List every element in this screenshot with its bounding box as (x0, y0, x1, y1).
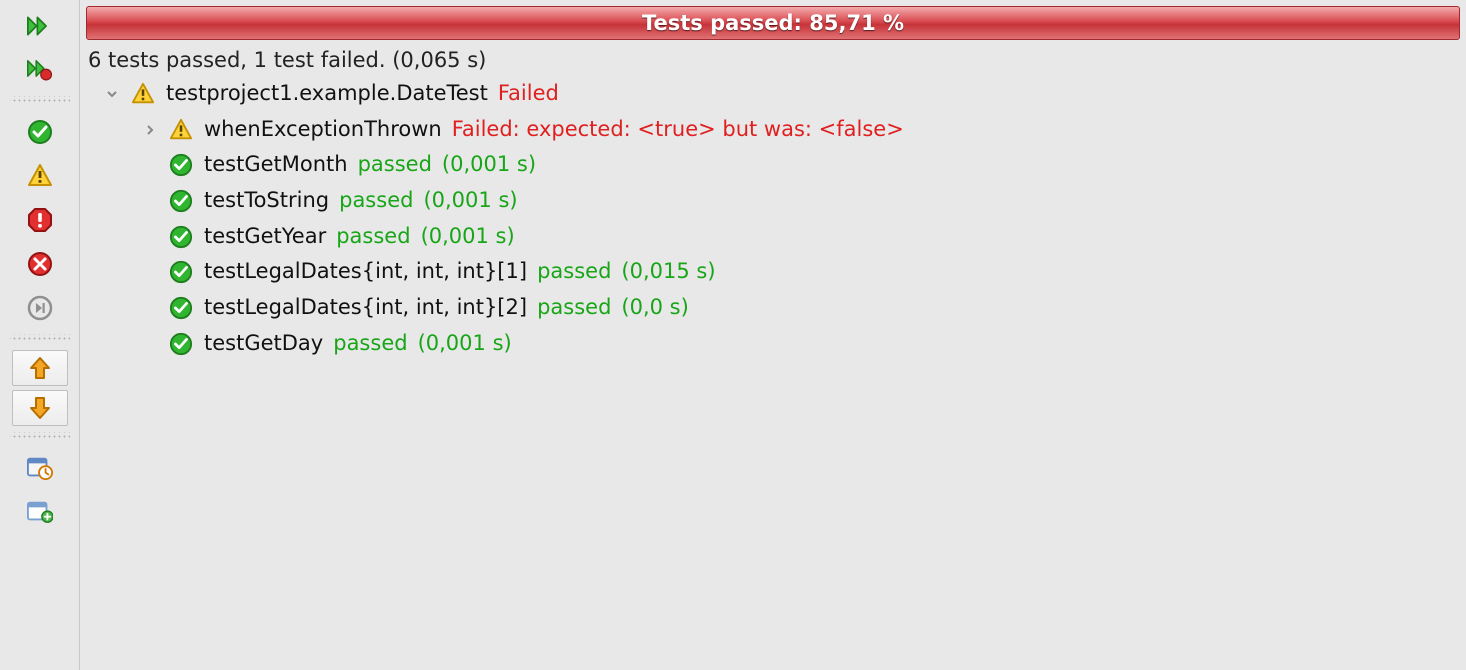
test-status: passed (339, 183, 413, 219)
status-bar: Tests passed: 85,71 % (86, 6, 1460, 40)
skip-button[interactable] (12, 288, 68, 328)
test-status: passed (358, 147, 432, 183)
test-name: testGetDay (204, 326, 323, 362)
separator (10, 96, 70, 102)
check-circle-icon (27, 119, 53, 145)
error-octagon-icon (27, 207, 53, 233)
test-row[interactable]: testGetDay passed (0,001 s) (88, 326, 1466, 362)
new-window-button[interactable] (12, 492, 68, 532)
check-circle-icon (168, 152, 194, 178)
warning-triangle-icon (168, 117, 194, 143)
test-status: passed (537, 254, 611, 290)
suite-status: Failed (498, 76, 559, 112)
test-row[interactable]: testGetYear passed (0,001 s) (88, 219, 1466, 255)
test-timing: (0,0 s) (621, 290, 688, 326)
test-name: testGetYear (204, 219, 326, 255)
test-row[interactable]: testToString passed (0,001 s) (88, 183, 1466, 219)
separator (10, 334, 70, 340)
test-row[interactable]: testGetMonth passed (0,001 s) (88, 147, 1466, 183)
warning-triangle-icon (130, 81, 156, 107)
check-circle-icon (168, 188, 194, 214)
separator (10, 432, 70, 438)
arrow-up-button[interactable] (12, 350, 68, 386)
rerun-failed-button[interactable] (12, 50, 68, 90)
check-circle-icon (168, 295, 194, 321)
check-circle-icon (168, 259, 194, 285)
suite-name: testproject1.example.DateTest (166, 76, 488, 112)
test-row[interactable]: testLegalDates{int, int, int}[2] passed … (88, 290, 1466, 326)
test-timing: (0,001 s) (418, 326, 512, 362)
play-double-failed-icon (27, 57, 53, 83)
test-status: passed (333, 326, 407, 362)
warning-triangle-icon (27, 163, 53, 189)
clock-window-icon (27, 455, 53, 481)
chevron-right-icon[interactable] (142, 124, 158, 136)
test-name: testLegalDates{int, int, int}[2] (204, 290, 527, 326)
play-double-icon (27, 13, 53, 39)
arrow-down-icon (27, 395, 53, 421)
test-timing: (0,001 s) (423, 183, 517, 219)
test-name: testToString (204, 183, 329, 219)
history-button[interactable] (12, 448, 68, 488)
main-panel: Tests passed: 85,71 % 6 tests passed, 1 … (80, 0, 1466, 670)
window-plus-icon (27, 499, 53, 525)
next-circle-icon (27, 295, 53, 321)
test-tree: testproject1.example.DateTest Failed whe… (80, 76, 1466, 362)
test-row[interactable]: whenExceptionThrown Failed: expected: <t… (88, 112, 1466, 148)
test-name: testLegalDates{int, int, int}[1] (204, 254, 527, 290)
test-timing: (0,015 s) (621, 254, 715, 290)
check-circle-icon (168, 331, 194, 357)
check-circle-icon (168, 224, 194, 250)
arrow-down-button[interactable] (12, 390, 68, 426)
test-row[interactable]: testLegalDates{int, int, int}[1] passed … (88, 254, 1466, 290)
show-errors-button[interactable] (12, 200, 68, 240)
show-failed-button[interactable] (12, 244, 68, 284)
chevron-down-icon[interactable] (104, 88, 120, 100)
show-warnings-button[interactable] (12, 156, 68, 196)
test-status: passed (336, 219, 410, 255)
test-suite-row[interactable]: testproject1.example.DateTest Failed (88, 76, 1466, 112)
test-status: passed (537, 290, 611, 326)
test-name: testGetMonth (204, 147, 348, 183)
x-circle-icon (27, 251, 53, 277)
rerun-button[interactable] (12, 6, 68, 46)
toolbar (0, 0, 80, 670)
test-name: whenExceptionThrown (204, 112, 442, 148)
status-bar-text: Tests passed: 85,71 % (642, 11, 904, 35)
show-passed-button[interactable] (12, 112, 68, 152)
summary-line: 6 tests passed, 1 test failed. (0,065 s) (80, 46, 1466, 76)
arrow-up-icon (27, 355, 53, 381)
test-status: Failed: expected: <true> but was: <false… (452, 112, 904, 148)
test-timing: (0,001 s) (442, 147, 536, 183)
test-timing: (0,001 s) (421, 219, 515, 255)
